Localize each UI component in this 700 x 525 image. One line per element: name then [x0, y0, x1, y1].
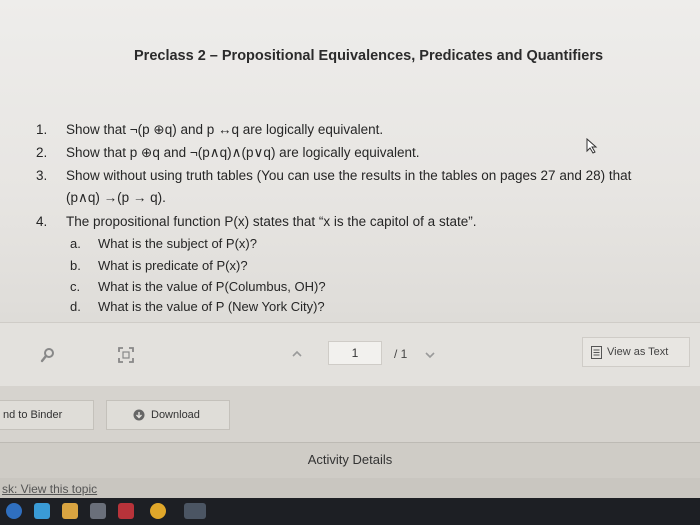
- action-bar: nd to Binder Download: [0, 386, 700, 442]
- subpart-letter: a.: [70, 236, 81, 251]
- add-to-binder-button[interactable]: nd to Binder: [0, 400, 94, 430]
- app-icon[interactable]: [184, 503, 206, 519]
- subpart-letter: b.: [70, 258, 81, 273]
- question-number: 4.: [36, 214, 48, 229]
- folder-icon[interactable]: [62, 503, 78, 519]
- activity-details-label: Activity Details: [307, 452, 393, 467]
- subpart-text: What is the value of P (New York City)?: [98, 299, 325, 314]
- question-text: Show that ¬(p ⊕q) and p ↔q are logically…: [66, 122, 384, 137]
- document-viewer: Preclass 2 – Propositional Equivalences,…: [0, 0, 700, 322]
- search-icon[interactable]: [40, 347, 56, 363]
- subpart-text: What is predicate of P(x)?: [98, 258, 248, 273]
- question-text: Show without using truth tables (You can…: [66, 168, 632, 183]
- topic-link-strip: sk: View this topic: [0, 478, 700, 498]
- app-icon[interactable]: [118, 503, 134, 519]
- chevron-up-icon[interactable]: [290, 347, 304, 361]
- mouse-cursor-icon: [586, 138, 598, 154]
- question-text-continued: (p∧q) →(p → q).: [66, 190, 166, 205]
- page-total: / 1: [394, 347, 408, 361]
- subpart-text: What is the subject of P(x)?: [98, 236, 257, 251]
- add-to-binder-label: nd to Binder: [3, 409, 63, 421]
- viewer-toolbar: / 1 View as Text: [0, 322, 700, 387]
- view-as-text-label: View as Text: [607, 346, 669, 358]
- download-button[interactable]: Download: [106, 400, 230, 430]
- subpart-letter: c.: [70, 279, 81, 294]
- question-text: Show that p ⊕q and ¬(p∧q)∧(p∨q) are logi…: [66, 145, 420, 160]
- subpart-letter: d.: [70, 299, 81, 314]
- question-number: 1.: [36, 122, 48, 137]
- download-label: Download: [151, 409, 200, 421]
- document-title: Preclass 2 – Propositional Equivalences,…: [134, 48, 604, 64]
- start-button-icon[interactable]: [6, 503, 22, 519]
- document-icon: [591, 346, 602, 359]
- chevron-down-icon[interactable]: [424, 349, 436, 361]
- view-topic-link[interactable]: sk: View this topic: [2, 482, 97, 496]
- app-icon[interactable]: [34, 503, 50, 519]
- os-taskbar: [0, 498, 700, 525]
- store-icon[interactable]: [90, 503, 106, 519]
- page-number-input[interactable]: [328, 341, 382, 365]
- question-number: 3.: [36, 168, 48, 183]
- question-number: 2.: [36, 145, 48, 160]
- chrome-icon[interactable]: [150, 503, 166, 519]
- download-icon: [133, 409, 145, 421]
- subpart-text: What is the value of P(Columbus, OH)?: [98, 279, 326, 294]
- activity-details-bar[interactable]: Activity Details: [0, 442, 700, 479]
- fullscreen-icon[interactable]: [118, 347, 134, 363]
- view-as-text-button[interactable]: View as Text: [582, 337, 690, 367]
- question-text: The propositional function P(x) states t…: [66, 214, 477, 229]
